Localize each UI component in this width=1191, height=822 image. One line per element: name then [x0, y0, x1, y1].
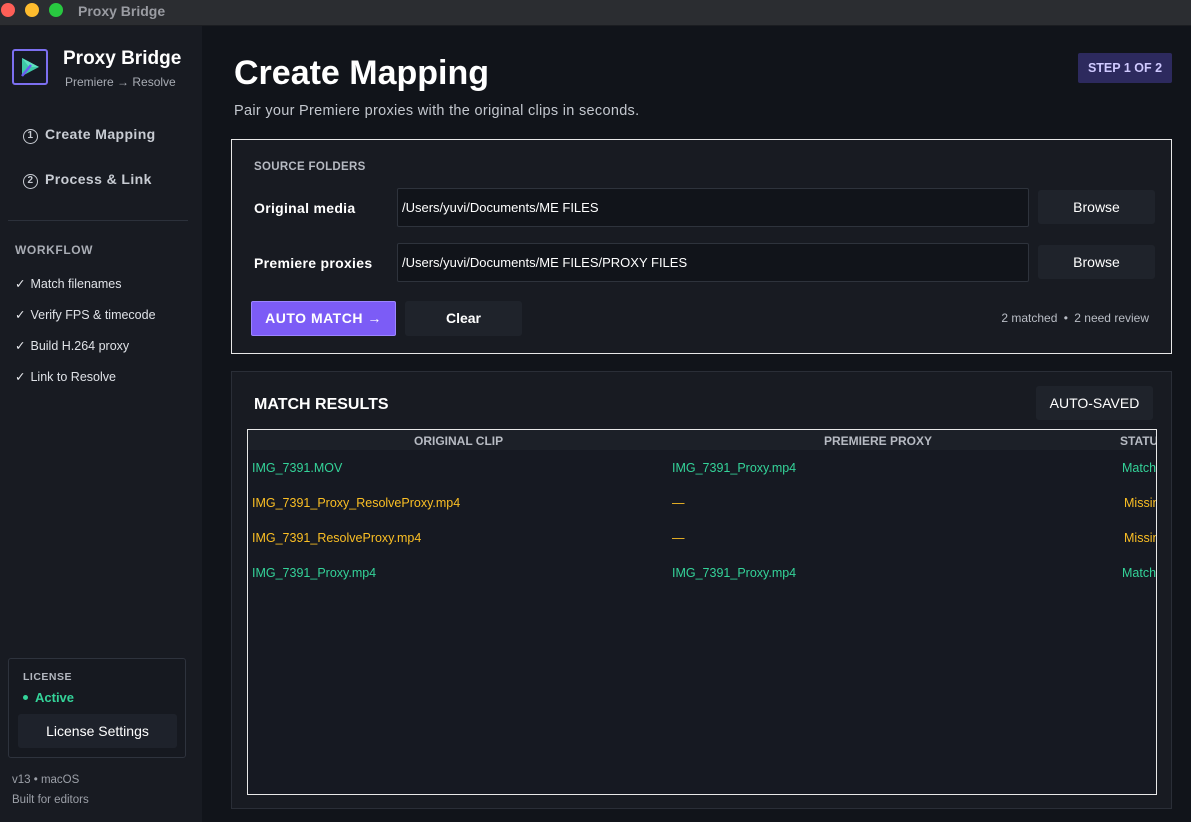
matched-count: 2 matched: [1001, 311, 1058, 325]
page-subtitle: Pair your Premiere proxies with the orig…: [234, 103, 640, 119]
workflow-item: ✓ Link to Resolve: [15, 369, 116, 384]
column-header-original[interactable]: ORIGINAL CLIP: [414, 434, 503, 448]
window-title: Proxy Bridge: [78, 3, 166, 19]
built-for-text: Built for editors: [12, 794, 89, 806]
version-text: v13 • macOS: [12, 774, 80, 786]
status-cell: Missin: [1124, 496, 1157, 510]
auto-match-button[interactable]: AUTO MATCH →: [251, 301, 396, 336]
check-icon: ✓: [15, 277, 26, 291]
match-results-card: MATCH RESULTS AUTO-SAVED ORIGINAL CLIP P…: [231, 371, 1172, 809]
status-dot-icon: [23, 695, 28, 700]
workflow-heading: WORKFLOW: [15, 243, 94, 257]
premiere-proxy-cell: IMG_7391_Proxy.mp4: [672, 566, 797, 580]
browse-original-button[interactable]: Browse: [1038, 190, 1155, 224]
auto-saved-badge: AUTO-SAVED: [1036, 386, 1153, 420]
column-header-proxy[interactable]: PREMIERE PROXY: [824, 434, 932, 448]
brand-subtitle: Premiere → Resolve: [65, 75, 176, 89]
review-count: 2 need review: [1074, 311, 1149, 325]
status-cell: Matche: [1122, 566, 1157, 580]
workflow-item: ✓ Verify FPS & timecode: [15, 307, 156, 322]
results-table[interactable]: ORIGINAL CLIP PREMIERE PROXY STATU IMG_7…: [247, 429, 1157, 795]
status-cell: Missin: [1124, 531, 1157, 545]
original-clip-cell: IMG_7391_ResolveProxy.mp4: [252, 531, 422, 545]
page-title: Create Mapping: [234, 54, 490, 92]
license-status: Active: [23, 690, 74, 705]
premiere-proxies-label: Premiere proxies: [254, 255, 373, 271]
step-one-icon: 1: [23, 129, 38, 144]
brand-name: Proxy Bridge: [63, 48, 182, 69]
source-folders-heading: SOURCE FOLDERS: [254, 161, 366, 173]
check-icon: ✓: [15, 370, 26, 384]
original-media-input[interactable]: [397, 188, 1029, 227]
original-clip-cell: IMG_7391_Proxy.mp4: [252, 566, 377, 580]
nav-item-label: Process & Link: [45, 171, 152, 187]
source-folders-card: SOURCE FOLDERS Original media Browse Pre…: [231, 139, 1172, 354]
license-settings-button[interactable]: License Settings: [18, 714, 177, 748]
match-results-heading: MATCH RESULTS: [254, 396, 389, 413]
nav-item-process-link[interactable]: 2 Process & Link: [23, 171, 152, 189]
workflow-item-label: Link to Resolve: [30, 370, 116, 384]
match-summary: 2 matched • 2 need review: [1001, 311, 1149, 325]
sidebar: Proxy Bridge Premiere → Resolve 1 Create …: [0, 26, 202, 822]
app-logo-icon: [12, 49, 48, 85]
premiere-proxies-input[interactable]: [397, 243, 1029, 282]
premiere-proxy-cell: —: [672, 496, 685, 510]
original-media-label: Original media: [254, 200, 356, 216]
status-cell: Matche: [1122, 461, 1157, 475]
minimize-window-button[interactable]: [25, 3, 39, 17]
premiere-proxy-cell: —: [672, 531, 685, 545]
clear-button[interactable]: Clear: [405, 301, 522, 336]
license-status-text: Active: [35, 690, 75, 705]
step-badge: STEP 1 OF 2: [1078, 53, 1172, 83]
check-icon: ✓: [15, 308, 26, 322]
close-window-button[interactable]: [1, 3, 15, 17]
sidebar-divider: [8, 220, 188, 221]
table-header: [248, 430, 1156, 450]
nav-item-label: Create Mapping: [45, 126, 156, 142]
column-header-status[interactable]: STATU: [1120, 434, 1156, 448]
premiere-proxy-cell: IMG_7391_Proxy.mp4: [672, 461, 797, 475]
nav-item-create-mapping[interactable]: 1 Create Mapping: [23, 126, 156, 144]
browse-proxies-button[interactable]: Browse: [1038, 245, 1155, 279]
main-content: Create Mapping Pair your Premiere proxie…: [202, 26, 1191, 822]
original-clip-cell: IMG_7391.MOV: [252, 461, 343, 475]
workflow-item-label: Verify FPS & timecode: [30, 308, 156, 322]
workflow-item-label: Build H.264 proxy: [30, 339, 130, 353]
window-titlebar: Proxy Bridge: [0, 0, 1191, 26]
summary-separator: •: [1063, 311, 1068, 325]
license-label: LICENSE: [23, 671, 73, 683]
workflow-item: ✓ Match filenames: [15, 276, 122, 291]
workflow-item-label: Match filenames: [30, 277, 122, 291]
step-two-icon: 2: [23, 174, 38, 189]
zoom-window-button[interactable]: [49, 3, 63, 17]
license-panel: LICENSE Active License Settings: [8, 658, 186, 758]
original-clip-cell: IMG_7391_Proxy_ResolveProxy.mp4: [252, 496, 461, 510]
workflow-item: ✓ Build H.264 proxy: [15, 338, 129, 353]
check-icon: ✓: [15, 339, 26, 353]
